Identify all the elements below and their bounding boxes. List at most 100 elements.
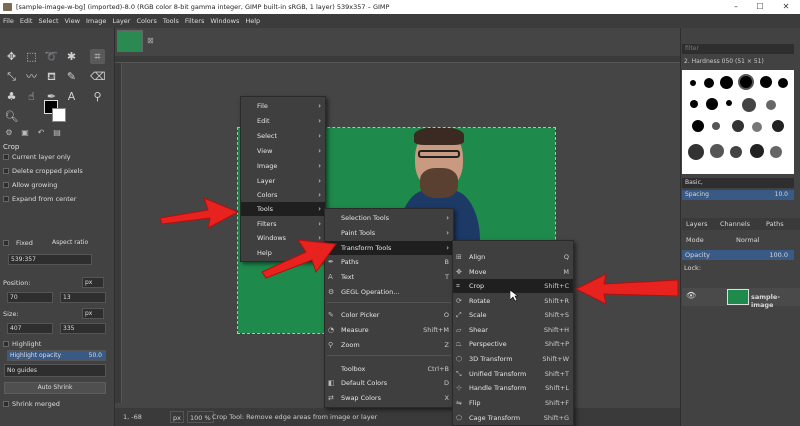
- rect-select-tool-icon[interactable]: ⬚: [24, 49, 39, 64]
- highlight-checkbox[interactable]: [3, 341, 9, 347]
- menu-help[interactable]: Help: [242, 14, 263, 28]
- tools-swap-colors[interactable]: ⇄ Swap Colors X: [325, 391, 453, 405]
- size-width-input[interactable]: 407: [7, 323, 53, 334]
- move-tool-icon[interactable]: ✥: [4, 49, 19, 64]
- ratio-input[interactable]: 539:357: [8, 254, 92, 265]
- transform-unified[interactable]: ⤡ Unified Transform Shift+T: [453, 367, 573, 381]
- brush-grid[interactable]: [682, 70, 794, 174]
- tools-paths[interactable]: ✒ Paths B: [325, 255, 453, 269]
- spacing-slider[interactable]: Spacing 10.0: [682, 190, 794, 200]
- current-layer-only-checkbox[interactable]: [3, 154, 9, 160]
- tools-default-colors[interactable]: ◧ Default Colors D: [325, 376, 453, 390]
- highlight-label: Highlight: [12, 340, 42, 348]
- menu-view[interactable]: View: [62, 14, 83, 28]
- tools-paint-tools[interactable]: Paint Tools ›: [325, 226, 453, 240]
- clone-tool-icon[interactable]: ♣: [4, 89, 19, 104]
- transform-cage[interactable]: ⬠ Cage Transform Shift+G: [453, 411, 573, 425]
- transform-align[interactable]: ⊞ Align Q: [453, 250, 573, 264]
- close-image-tab-icon[interactable]: ⊠: [147, 36, 154, 45]
- zoom-select[interactable]: 100 %: [187, 411, 214, 423]
- menu-tools[interactable]: Tools: [160, 14, 182, 28]
- tools-transform-tools[interactable]: Transform Tools ›: [325, 241, 453, 255]
- crop-tool-icon[interactable]: ⌗: [90, 49, 105, 64]
- paintbrush-icon[interactable]: ✎: [64, 69, 79, 84]
- text-tool-icon[interactable]: A: [64, 89, 79, 104]
- fixed-mode-select[interactable]: Aspect ratio: [50, 238, 98, 249]
- menu-separator: [327, 302, 451, 303]
- menu-layer[interactable]: Layer: [109, 14, 133, 28]
- image-tab-thumbnail[interactable]: [117, 30, 143, 52]
- transform-perspective[interactable]: ⏢ Perspective Shift+P: [453, 337, 573, 351]
- bucket-fill-icon[interactable]: ⛾: [44, 69, 59, 84]
- ctx-tools[interactable]: Tools ›: [241, 202, 325, 216]
- smudge-tool-icon[interactable]: ☝: [24, 89, 39, 104]
- close-button[interactable]: ✕: [774, 0, 798, 14]
- lasso-tool-icon[interactable]: ➰: [44, 49, 59, 64]
- unit-select[interactable]: px: [170, 411, 184, 423]
- tool-options-tab-icon[interactable]: ⚙: [2, 128, 16, 139]
- ctx-select[interactable]: Select ›: [241, 129, 325, 143]
- fuzzy-select-tool-icon[interactable]: ✱: [64, 49, 79, 64]
- menu-image[interactable]: Image: [83, 14, 109, 28]
- tab-layers[interactable]: Layers: [686, 218, 708, 230]
- ctx-filters[interactable]: Filters ›: [241, 217, 325, 231]
- menu-colors[interactable]: Colors: [133, 14, 159, 28]
- highlight-opacity-slider[interactable]: Highlight opacity 50.0: [7, 350, 106, 361]
- transform-scale[interactable]: ⤢ Scale Shift+S: [453, 308, 573, 322]
- layer-name[interactable]: sample-image: [751, 293, 800, 309]
- tools-measure[interactable]: ◔ Measure Shift+M: [325, 323, 453, 337]
- tools-zoom[interactable]: ⚲ Zoom Z: [325, 338, 453, 352]
- menu-windows[interactable]: Windows: [207, 14, 242, 28]
- transform-3d[interactable]: ⬡ 3D Transform Shift+W: [453, 352, 573, 366]
- allow-growing-checkbox[interactable]: [3, 182, 9, 188]
- brush-filter-input[interactable]: filter: [682, 44, 794, 54]
- ctx-image[interactable]: Image ›: [241, 159, 325, 173]
- brush-preset-select[interactable]: Basic,: [682, 178, 794, 188]
- size-unit-select[interactable]: px: [82, 308, 104, 319]
- tools-text[interactable]: A Text T: [325, 270, 453, 284]
- opacity-slider[interactable]: Opacity 100.0: [682, 250, 794, 260]
- mode-select[interactable]: Normal: [736, 236, 760, 244]
- color-picker-icon[interactable]: ⚲: [90, 89, 105, 104]
- tab-channels[interactable]: Channels: [720, 218, 750, 230]
- menu-edit[interactable]: Edit: [17, 14, 36, 28]
- delete-cropped-checkbox[interactable]: [3, 168, 9, 174]
- maximize-button[interactable]: ☐: [748, 0, 772, 14]
- position-x-input[interactable]: 70: [7, 292, 53, 303]
- warp-tool-icon[interactable]: 〰: [24, 69, 39, 84]
- transform-shear[interactable]: ▱ Shear Shift+H: [453, 323, 573, 337]
- position-unit-select[interactable]: px: [82, 277, 104, 288]
- unified-transform-icon[interactable]: ⤡: [4, 69, 19, 84]
- menu-file[interactable]: File: [0, 14, 17, 28]
- ctx-file[interactable]: File ›: [241, 99, 325, 113]
- eraser-icon[interactable]: ⌫: [90, 69, 106, 84]
- ctx-layer[interactable]: Layer ›: [241, 174, 325, 188]
- device-status-tab-icon[interactable]: ▣: [18, 128, 32, 139]
- fixed-checkbox[interactable]: [3, 240, 9, 246]
- tools-color-picker[interactable]: ✎ Color Picker O: [325, 308, 453, 322]
- guides-select[interactable]: No guides: [4, 364, 106, 377]
- ctx-colors[interactable]: Colors ›: [241, 188, 325, 202]
- transform-handle[interactable]: ⊹ Handle Transform Shift+L: [453, 381, 573, 395]
- background-color-swatch[interactable]: [52, 108, 66, 122]
- transform-flip[interactable]: ⇋ Flip Shift+F: [453, 396, 573, 410]
- position-y-input[interactable]: 13: [60, 292, 106, 303]
- size-height-input[interactable]: 335: [60, 323, 106, 334]
- layer-visibility-eye-icon[interactable]: 👁: [686, 291, 696, 300]
- zoom-tool-icon[interactable]: 🔍︎: [4, 109, 19, 124]
- undo-history-tab-icon[interactable]: ↶: [34, 128, 48, 139]
- ctx-view[interactable]: View ›: [241, 144, 325, 158]
- tab-paths[interactable]: Paths: [766, 218, 784, 230]
- tools-gegl-operation[interactable]: ⚙ GEGL Operation...: [325, 285, 453, 299]
- tools-selection-tools[interactable]: Selection Tools ›: [325, 211, 453, 225]
- transform-move[interactable]: ✥ Move M: [453, 265, 573, 279]
- ctx-edit[interactable]: Edit ›: [241, 114, 325, 128]
- tools-toolbox[interactable]: Toolbox Ctrl+B: [325, 362, 453, 376]
- images-tab-icon[interactable]: ▤: [50, 128, 64, 139]
- expand-from-center-checkbox[interactable]: [3, 196, 9, 202]
- auto-shrink-button[interactable]: Auto Shrink: [4, 382, 106, 394]
- menu-filters[interactable]: Filters: [182, 14, 207, 28]
- minimize-button[interactable]: –: [724, 0, 748, 14]
- menu-select[interactable]: Select: [35, 14, 61, 28]
- shrink-merged-checkbox[interactable]: [3, 401, 9, 407]
